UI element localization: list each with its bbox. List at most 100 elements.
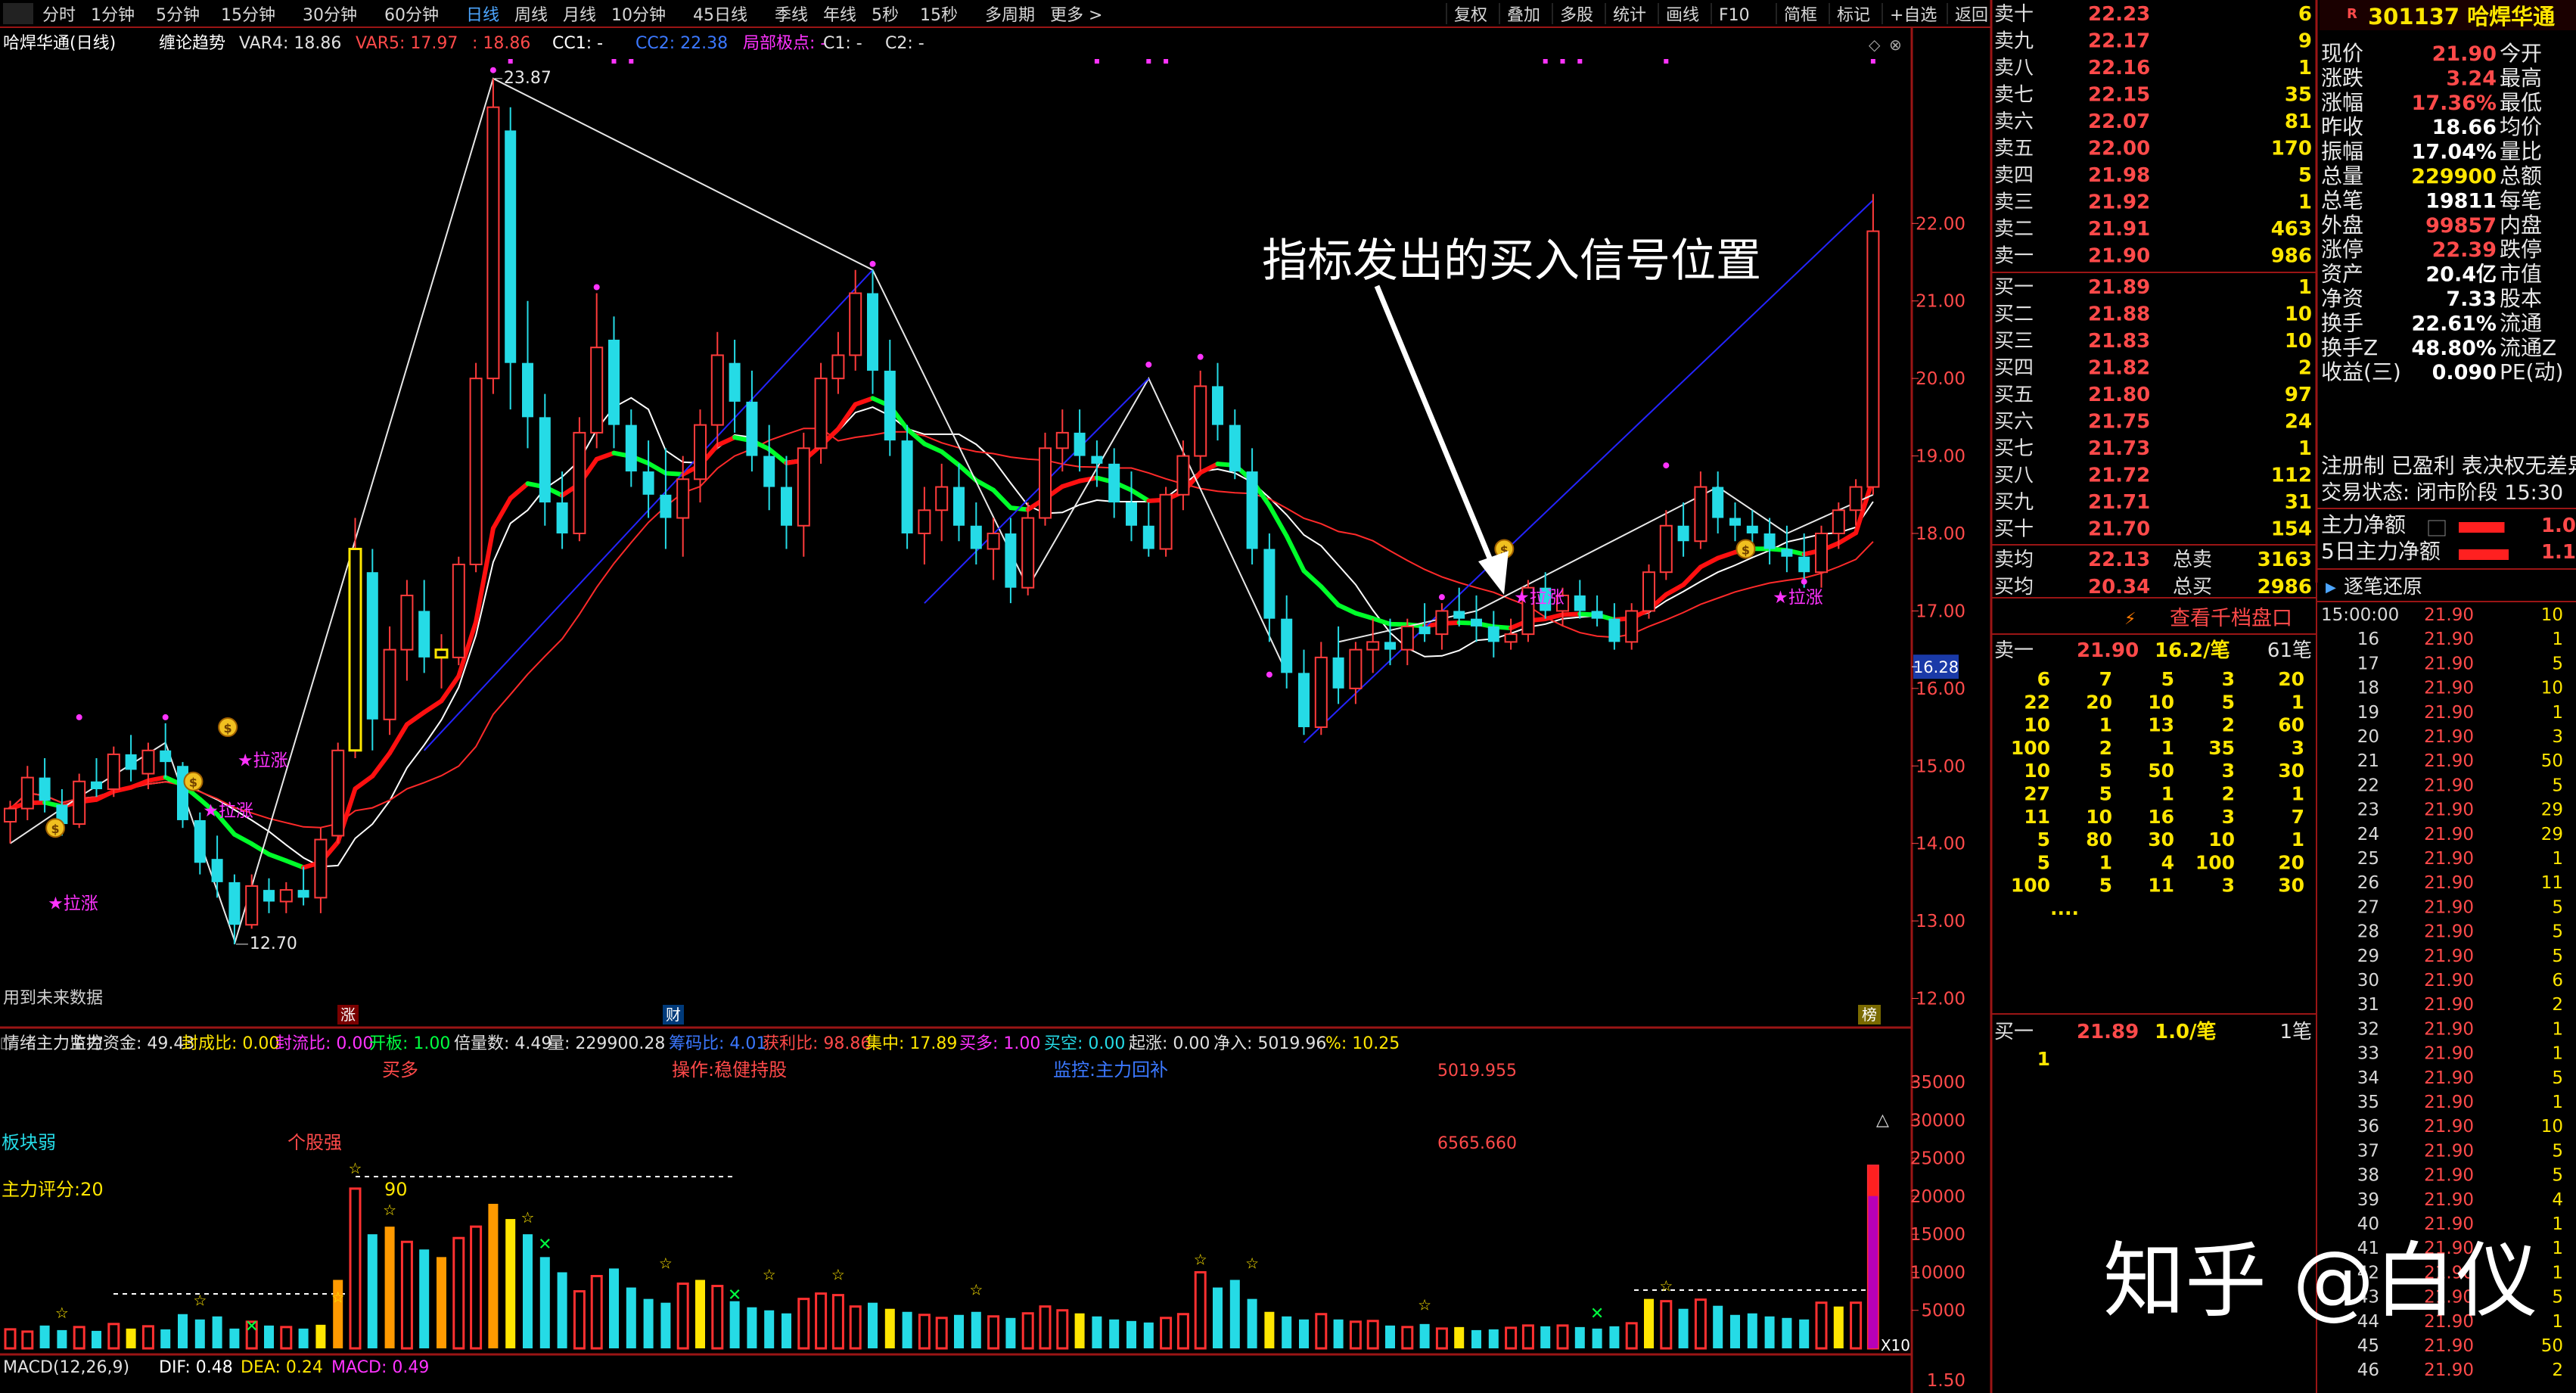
detail-cell: 20	[2278, 851, 2304, 873]
detail-cell: 50	[2148, 760, 2174, 782]
detail-cell: 7	[2292, 806, 2304, 828]
quote-label: 最低	[2500, 90, 2542, 115]
ask-label: 卖三	[1994, 191, 2034, 214]
star-icon: ☆	[331, 1289, 345, 1307]
quote-label: 现价	[2321, 41, 2363, 66]
money-bag-symbol: $	[1742, 543, 1750, 557]
detail-cell: 20	[2086, 691, 2112, 713]
toolbar-tab-0[interactable]: 分时	[42, 6, 76, 25]
candle-body-down	[366, 572, 378, 720]
candle-body-up	[279, 889, 293, 903]
toolbar-tab-12[interactable]: 年线	[823, 6, 856, 25]
bid-label: 买四	[1994, 357, 2034, 380]
candle-body-down	[953, 487, 965, 526]
tick-time: 24	[2357, 825, 2379, 844]
y-tick-label: 22.00	[1916, 214, 1965, 234]
callout-text: 指标发出的买入信号位置	[1262, 235, 1761, 288]
candle-body-down	[505, 130, 517, 363]
cross-icon: ✕	[244, 1317, 258, 1336]
expand-arrow-icon[interactable]: ▶	[2326, 580, 2336, 595]
candle-body-up	[486, 106, 500, 380]
volume-bar	[1609, 1326, 1620, 1348]
toolbar-tab-8[interactable]: 月线	[563, 6, 596, 25]
ask-label: 卖五	[1994, 138, 2034, 160]
toolbar-tab-5[interactable]: 60分钟	[384, 6, 439, 25]
candle-body-up	[1832, 509, 1845, 534]
expand-icon[interactable]: △	[1876, 1111, 1889, 1130]
quote-label: 均价	[2500, 114, 2542, 139]
tool-button-0[interactable]: 复权	[1454, 6, 1487, 25]
star-icon: ☆	[55, 1304, 69, 1322]
tool-button-8[interactable]: +自选	[1890, 6, 1937, 25]
quote-value: 17.04%	[2412, 141, 2497, 164]
tool-button-6[interactable]: 简框	[1784, 6, 1817, 25]
candle-body-down	[1212, 386, 1223, 425]
y-tick-label: 21.00	[1916, 292, 1965, 312]
candle-body-down	[418, 611, 430, 658]
toolbar-tab-16[interactable]: 更多 >	[1050, 6, 1102, 25]
net-flow-5-bar	[2459, 549, 2509, 560]
tick-volume: 4	[2552, 1190, 2563, 1210]
volume-bar	[315, 1324, 326, 1348]
tick-time: 39	[2357, 1190, 2379, 1210]
toolbar-tab-3[interactable]: 15分钟	[221, 6, 275, 25]
ask-price: 22.07	[2088, 110, 2150, 133]
settings-icon[interactable]: ◇	[1869, 36, 1881, 54]
toolbar-tab-11[interactable]: 季线	[775, 6, 808, 25]
detail-cell: 27	[2024, 783, 2050, 805]
watermark: 知乎 @白仪	[2103, 1234, 2537, 1329]
bid-volume: 10	[2285, 303, 2312, 326]
detail-cell: 2	[2222, 783, 2235, 805]
ask-price: 22.15	[2088, 84, 2150, 107]
detail-cell: 3	[2222, 806, 2235, 828]
bid-label: 买七	[1994, 437, 2034, 460]
volume-bar	[868, 1302, 878, 1348]
volume-bar	[1385, 1325, 1395, 1348]
tool-button-1[interactable]: 叠加	[1507, 6, 1540, 25]
toolbar-tab-14[interactable]: 15秒	[920, 6, 958, 25]
detail-head-count: 61笔	[2267, 639, 2312, 662]
close-icon[interactable]: ⊗	[1889, 36, 1902, 54]
event-marker-label: 财	[666, 1006, 681, 1024]
toolbar-tab-9[interactable]: 10分钟	[611, 6, 666, 25]
header-value: : 18.86	[472, 34, 530, 53]
trade-state: 交易状态: 闭市阶段 15:30	[2321, 481, 2563, 505]
tick-time: 33	[2357, 1044, 2379, 1064]
candle-body-down	[625, 424, 637, 472]
note-operation: 操作:稳健持股	[672, 1059, 787, 1081]
volume-bar	[764, 1310, 775, 1348]
candle-body-down	[1384, 642, 1396, 650]
toolbar-tab-7[interactable]: 周线	[514, 6, 548, 25]
tool-button-2[interactable]: 多股	[1560, 6, 1593, 25]
quote-value: 17.36%	[2412, 92, 2497, 115]
detail-cell: 3	[2292, 737, 2304, 759]
volume-bar	[384, 1227, 395, 1348]
detail-cell: 30	[2278, 875, 2304, 897]
toolbar-tab-1[interactable]: 1分钟	[91, 6, 135, 25]
tool-button-7[interactable]: 标记	[1837, 6, 1870, 25]
tool-button-5[interactable]: F10	[1719, 6, 1750, 25]
candle-body-down	[1108, 463, 1120, 503]
bid-price: 21.75	[2088, 411, 2150, 434]
candle-body-up	[797, 447, 810, 527]
tick-volume: 5	[2552, 1068, 2563, 1088]
toolbar-tab-4[interactable]: 30分钟	[303, 6, 357, 25]
tool-button-3[interactable]: 统计	[1613, 6, 1646, 25]
toolbar-tab-13[interactable]: 5秒	[872, 6, 899, 25]
toolbar-tab-10[interactable]: 45日线	[693, 6, 747, 25]
tick-volume: 1	[2552, 1044, 2563, 1064]
tick-price: 21.90	[2424, 605, 2474, 625]
quote-label: 今开	[2500, 41, 2542, 66]
tick-time: 17	[2357, 654, 2379, 673]
tool-button-9[interactable]: 返回	[1955, 6, 1988, 25]
toolbar-tab-2[interactable]: 5分钟	[156, 6, 200, 25]
toolbar-tab-6[interactable]: 日线	[466, 6, 499, 25]
star-icon: ☆	[521, 1208, 535, 1227]
tool-button-4[interactable]: 画线	[1666, 6, 1699, 25]
tick-volume: 5	[2552, 897, 2563, 917]
ask-label: 卖六	[1994, 110, 2034, 133]
candle-body-up	[590, 347, 604, 434]
candle-body-up	[573, 431, 586, 535]
toolbar-tab-15[interactable]: 多周期	[985, 6, 1035, 25]
view-thousand-link[interactable]: 查看千档盘口	[2170, 607, 2292, 630]
